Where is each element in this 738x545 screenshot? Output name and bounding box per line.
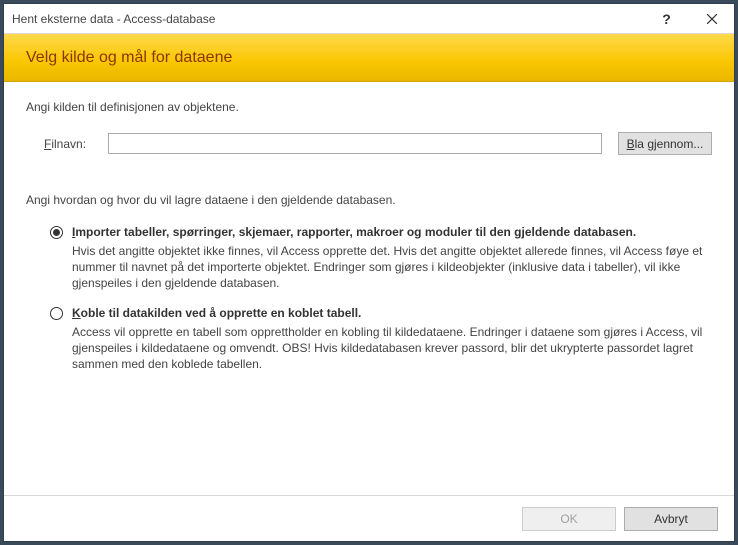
filename-label: Filnavn: — [44, 137, 100, 151]
titlebar: Hent eksterne data - Access-database ? — [4, 4, 734, 34]
radio-import[interactable] — [50, 226, 63, 239]
banner-title: Velg kilde og mål for dataene — [26, 49, 232, 67]
window-title: Hent eksterne data - Access-database — [12, 12, 644, 26]
option-link[interactable]: Koble til datakilden ved å opprette en k… — [50, 306, 712, 373]
option-import-desc: Hvis det angitte objektet ikke finnes, v… — [72, 243, 712, 292]
option-import-title: Importer tabeller, spørringer, skjemaer,… — [72, 225, 712, 239]
banner: Velg kilde og mål for dataene — [4, 34, 734, 82]
browse-button[interactable]: Bla gjennom... — [618, 132, 712, 155]
option-link-title: Koble til datakilden ved å opprette en k… — [72, 306, 712, 320]
ok-button[interactable]: OK — [522, 507, 616, 531]
dialog-footer: OK Avbryt — [4, 495, 734, 541]
help-button[interactable]: ? — [644, 4, 689, 34]
option-link-desc: Access vil opprette en tabell som oppret… — [72, 324, 712, 373]
filename-row: Filnavn: Bla gjennom... — [26, 132, 712, 155]
cancel-button[interactable]: Avbryt — [624, 507, 718, 531]
instruction-store: Angi hvordan og hvor du vil lagre dataen… — [26, 193, 712, 207]
option-import[interactable]: Importer tabeller, spørringer, skjemaer,… — [50, 225, 712, 292]
radio-link[interactable] — [50, 307, 63, 320]
instruction-source: Angi kilden til definisjonen av objekten… — [26, 100, 712, 114]
close-button[interactable] — [689, 4, 734, 34]
filename-input[interactable] — [108, 133, 602, 154]
options-group: Importer tabeller, spørringer, skjemaer,… — [26, 225, 712, 372]
dialog-window: Hent eksterne data - Access-database ? V… — [3, 3, 735, 542]
close-icon — [707, 14, 717, 24]
content-area: Angi kilden til definisjonen av objekten… — [4, 82, 734, 495]
